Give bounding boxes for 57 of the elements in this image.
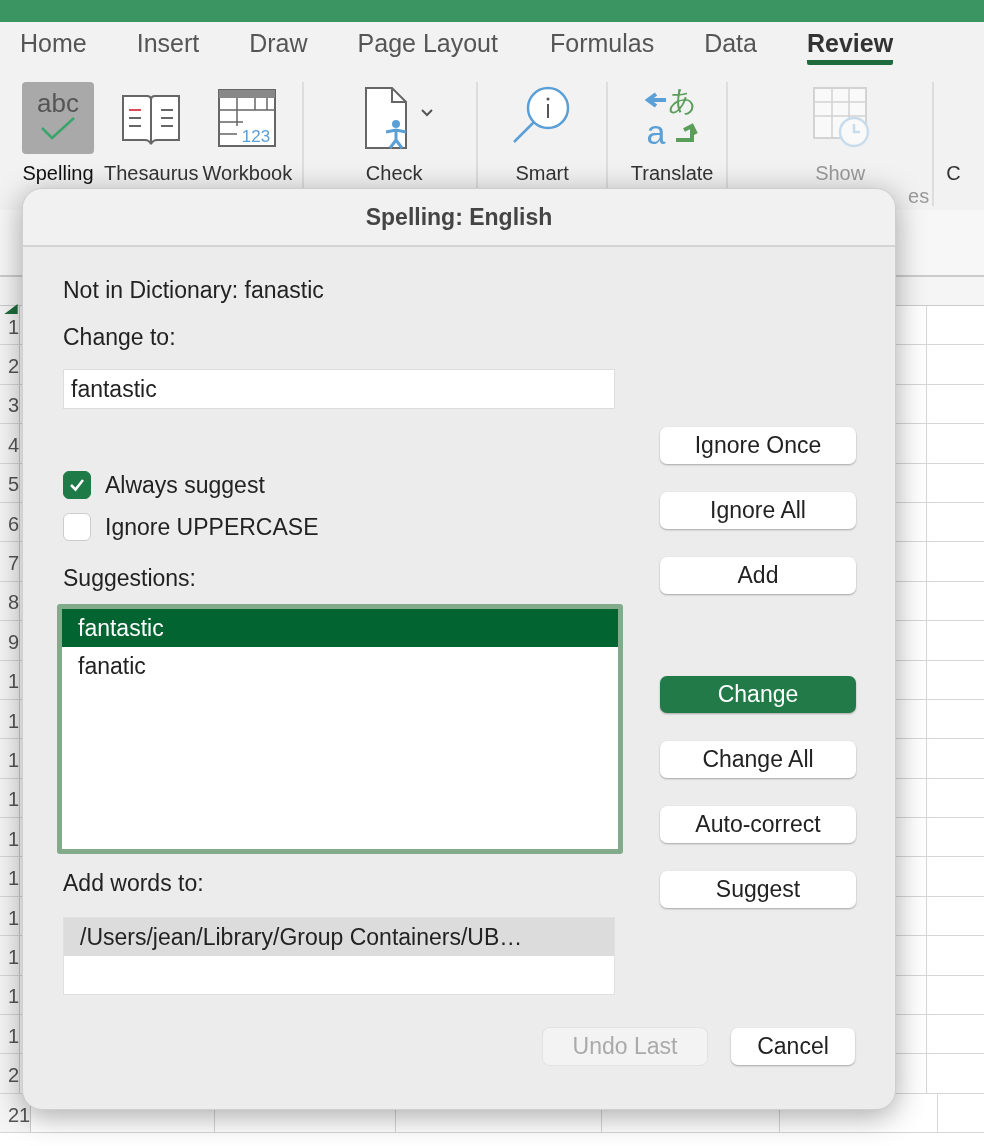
ribbon-label: Show bbox=[815, 162, 866, 185]
dialog-button[interactable]: Change bbox=[660, 676, 856, 713]
row-number: 1 bbox=[8, 709, 20, 733]
suggestions-label: Suggestions: bbox=[63, 565, 196, 592]
ribbon-tab[interactable]: Formulas bbox=[549, 25, 655, 65]
checkbox-label[interactable]: Ignore UPPERCASE bbox=[105, 513, 319, 541]
row-number: 2 bbox=[8, 355, 20, 379]
dialog-button[interactable]: Suggest bbox=[660, 871, 856, 908]
row-number: 2 bbox=[8, 1064, 20, 1088]
dialog-button[interactable]: Ignore All bbox=[660, 492, 856, 529]
dialog-button[interactable]: Cancel bbox=[731, 1028, 855, 1065]
row-number: 1 bbox=[8, 788, 20, 812]
ribbon-label: Workbook bbox=[202, 162, 293, 185]
row-number: 1 bbox=[8, 867, 20, 891]
ribbon-label: Translate bbox=[630, 162, 714, 185]
row-number: 1 bbox=[8, 985, 20, 1009]
row-number: 1 bbox=[8, 1024, 20, 1048]
row-number: 1 bbox=[8, 670, 20, 694]
add-words-label: Add words to: bbox=[63, 870, 204, 897]
row-number: 1 bbox=[8, 827, 20, 851]
ribbon-tab[interactable]: Data bbox=[704, 25, 757, 65]
row-number: 1 bbox=[8, 906, 20, 930]
row-number: 8 bbox=[8, 591, 20, 615]
dialog-title: Spelling: English bbox=[365, 203, 553, 231]
checkbox[interactable] bbox=[63, 471, 91, 499]
ribbon-label: Spelling bbox=[22, 162, 94, 185]
row-number: 9 bbox=[8, 630, 20, 654]
row-number: 21 bbox=[8, 1103, 31, 1127]
row-number: 1 bbox=[8, 315, 20, 339]
row-number: 1 bbox=[8, 945, 20, 969]
dictionary-item[interactable]: /Users/jean/Library/Group Containers/UB… bbox=[64, 918, 614, 956]
ribbon-tab[interactable]: Insert bbox=[136, 25, 200, 65]
ribbon-tab[interactable]: Page Layout bbox=[357, 25, 498, 65]
dialog-button[interactable]: Add bbox=[660, 557, 856, 594]
ribbon-label: Check bbox=[365, 162, 423, 185]
dialog-button[interactable]: Auto-correct bbox=[660, 806, 856, 843]
row-number: 1 bbox=[8, 749, 20, 772]
suggestion-item[interactable]: fantastic bbox=[62, 609, 618, 647]
row-number: 7 bbox=[8, 552, 20, 576]
corner-triangle-icon bbox=[4, 304, 18, 314]
dialog-button[interactable]: Change All bbox=[660, 741, 856, 778]
ribbon-tab[interactable]: Home bbox=[20, 25, 87, 65]
ribbon-label: es bbox=[908, 185, 930, 208]
not-in-dictionary-text: Not in Dictionary: fanastic bbox=[63, 277, 324, 304]
ribbon-label: Smart bbox=[515, 162, 569, 185]
change-to-label: Change to: bbox=[63, 324, 176, 351]
checkbox-label[interactable]: Always suggest bbox=[105, 471, 265, 499]
dialog-button[interactable]: Ignore Once bbox=[660, 427, 856, 464]
ribbon-label: Thesaurus bbox=[104, 162, 199, 185]
ribbon-label: C bbox=[946, 162, 961, 185]
ribbon-tab[interactable]: Draw bbox=[249, 25, 308, 65]
row-number: 5 bbox=[8, 473, 20, 497]
row-number: 4 bbox=[8, 433, 20, 457]
suggestion-item[interactable]: fanatic bbox=[62, 647, 618, 685]
row-number: 6 bbox=[8, 512, 20, 536]
row-number: 3 bbox=[8, 394, 20, 418]
change-to-field[interactable]: fantastic bbox=[63, 369, 615, 409]
